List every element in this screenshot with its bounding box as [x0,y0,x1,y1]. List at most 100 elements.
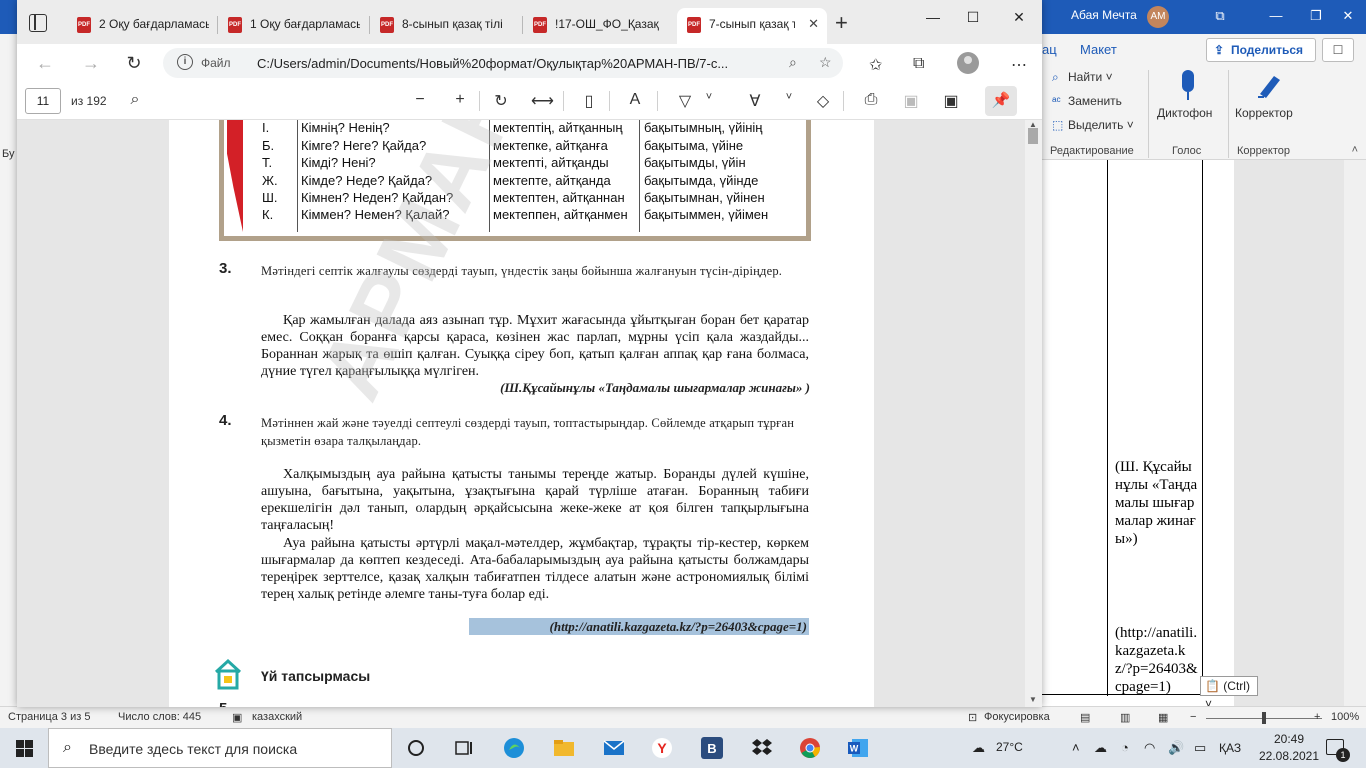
status-words[interactable]: Число слов: 445 [118,711,201,723]
zoom-out-icon[interactable]: − [410,91,430,109]
browser-tab-active[interactable]: PDF 7-сынып қазақ тілі ✕ [677,8,827,44]
edge-icon[interactable] [502,736,526,760]
new-tab-icon[interactable]: + [835,10,848,36]
spellcheck-icon[interactable]: ▣ [232,711,242,724]
browser-tab[interactable]: PDF 1 Оқу бағдарламасы [218,8,368,44]
scrollbar-thumb[interactable] [1028,128,1038,144]
chrome-icon[interactable] [798,736,822,760]
tab-layout[interactable]: Макет [1080,42,1117,57]
address-bar[interactable]: i Файл C:/Users/admin/Documents/Новый%20… [163,48,843,78]
word-icon[interactable]: W [846,736,870,760]
minimize-icon[interactable]: ⧉ [1200,4,1240,28]
more-icon[interactable]: ⋯ [1011,55,1027,75]
doc-source-link[interactable]: (http://anatili.kazgazeta.kz/?p=26403&cp… [1115,624,1199,696]
page-number-input[interactable]: 11 [25,88,61,114]
status-page[interactable]: Страница 3 из 5 [8,711,90,723]
highlight-icon[interactable]: ▽ [675,91,695,111]
wifi-icon[interactable]: ◠ [1144,740,1155,756]
browser-tab[interactable]: PDF 8-сынып қазақ тілі [370,8,520,44]
doc-citation[interactable]: (Ш. Құсайынұлы «Таңдамалы шығармалар жин… [1115,458,1199,548]
pdf-viewport[interactable]: І. Кімнің? Ненің? мектептің, айтқанның бақы… [17,120,1042,707]
fit-width-icon[interactable]: ⟷ [531,91,554,111]
battery-icon[interactable]: ▭ [1194,740,1206,756]
chevron-down-icon[interactable]: ˅ [779,91,799,103]
zoom-level[interactable]: 100% [1331,711,1359,723]
browser-tab[interactable]: PDF 2 Оқу бағдарламасы [67,8,217,44]
yandex-icon[interactable]: Y [650,736,674,760]
cloud-icon[interactable]: ☁ [1094,740,1107,756]
scroll-down-icon[interactable]: ▼ [1029,695,1037,704]
dropbox-icon[interactable] [750,736,774,760]
info-icon[interactable]: i [177,54,193,70]
comments-button[interactable]: ☐ [1322,38,1354,62]
maximize-icon[interactable]: ☐ [955,6,991,28]
network-icon[interactable]: ◔ [1121,740,1129,755]
read-mode-icon[interactable]: ▤ [1080,711,1090,724]
back-icon[interactable]: ← [31,51,59,75]
save-icon[interactable]: ▣ [901,91,921,111]
input-language[interactable]: ҚАЗ [1219,741,1241,755]
vk-icon[interactable]: B [700,736,724,760]
start-button[interactable] [0,728,48,768]
zoom-slider-thumb[interactable] [1262,712,1266,724]
close-icon[interactable]: ✕ [1001,6,1037,28]
browser-tab[interactable]: PDF !17-ОШ_ФО_Қазақ [523,8,673,44]
task-view-icon[interactable] [452,736,476,760]
minimize-icon[interactable]: — [915,6,951,28]
refresh-icon[interactable]: ↻ [120,51,148,75]
corrector-button[interactable]: Корректор [1235,106,1293,120]
select-button[interactable]: ⬚ Выделить ˅ [1052,118,1134,132]
page-view-icon[interactable]: ▯ [579,91,599,111]
clock-date[interactable]: 22.08.2021 [1258,749,1320,763]
print-icon[interactable]: ⎙ [861,91,881,109]
weather-icon[interactable]: ☁ [972,740,985,756]
avatar[interactable]: АМ [1147,6,1169,28]
tab-actions-icon[interactable] [29,14,47,32]
chevron-down-icon[interactable]: ˅ [699,91,719,103]
web-layout-icon[interactable]: ▦ [1158,711,1168,724]
add-favorite-icon[interactable]: ☆ [819,54,832,71]
chevron-up-icon[interactable]: ˄ [1352,144,1358,156]
chevron-up-icon[interactable]: ˄ [1072,740,1080,755]
share-button[interactable]: ⇪ Поделиться [1206,38,1316,62]
zoom-icon[interactable]: ⌕ [789,54,797,71]
paste-options-button[interactable]: 📋 (Ctrl) ˅ [1200,676,1258,711]
zoom-in-icon[interactable]: + [1314,711,1320,723]
taskbar-search[interactable]: ⌕ Введите здесь текст для поиска [48,728,392,768]
cortana-icon[interactable] [404,736,428,760]
close-tab-icon[interactable]: ✕ [808,16,819,32]
profile-icon[interactable] [957,52,979,74]
selected-source-link[interactable]: (http://anatili.kazgazeta.kz/?p=26403&cp… [469,618,809,635]
table-cell[interactable] [1107,160,1203,696]
pdf-scrollbar[interactable]: ▲ ▼ [1025,120,1042,707]
pin-toolbar-button[interactable]: 📌 [985,86,1017,116]
pen-icon[interactable] [1254,70,1284,100]
zoom-in-icon[interactable]: + [450,91,470,109]
file-explorer-icon[interactable] [552,736,576,760]
focus-button[interactable]: Фокусировка [984,711,1050,723]
replace-button[interactable]: ᵃᶜ Заменить [1052,94,1122,108]
document-scrollbar[interactable] [1344,160,1366,706]
focus-icon[interactable]: ⊡ [968,711,977,724]
search-icon[interactable]: ⌕ [125,91,145,109]
pdf-page[interactable]: І. Кімнің? Ненің? мектептің, айтқанның бақы… [169,120,874,707]
status-language[interactable]: казахский [252,711,302,723]
tab-review[interactable]: ац [1042,42,1057,57]
user-name[interactable]: Абая Мечта [1071,8,1137,22]
minimize-button[interactable]: — [1256,4,1296,28]
eraser-icon[interactable]: ◇ [813,91,833,111]
forward-icon[interactable]: → [77,51,105,75]
clock-time[interactable]: 20:49 [1263,732,1315,746]
draw-icon[interactable]: ∀ [745,91,765,111]
volume-icon[interactable]: 🔊 [1168,740,1184,756]
find-button[interactable]: ⌕ Найти ˅ [1052,70,1113,85]
dictate-button[interactable]: Диктофон [1157,106,1212,120]
save-as-icon[interactable]: ▣ [941,91,961,111]
mail-icon[interactable] [602,736,626,760]
favorites-icon[interactable]: ✩ [869,55,882,75]
close-icon[interactable]: ✕ [1328,4,1366,28]
weather-temperature[interactable]: 27°C [996,740,1023,754]
read-aloud-icon[interactable]: A [625,91,645,109]
url-text[interactable]: C:/Users/admin/Documents/Новый%20формат/… [257,56,777,71]
zoom-out-icon[interactable]: − [1190,711,1196,723]
